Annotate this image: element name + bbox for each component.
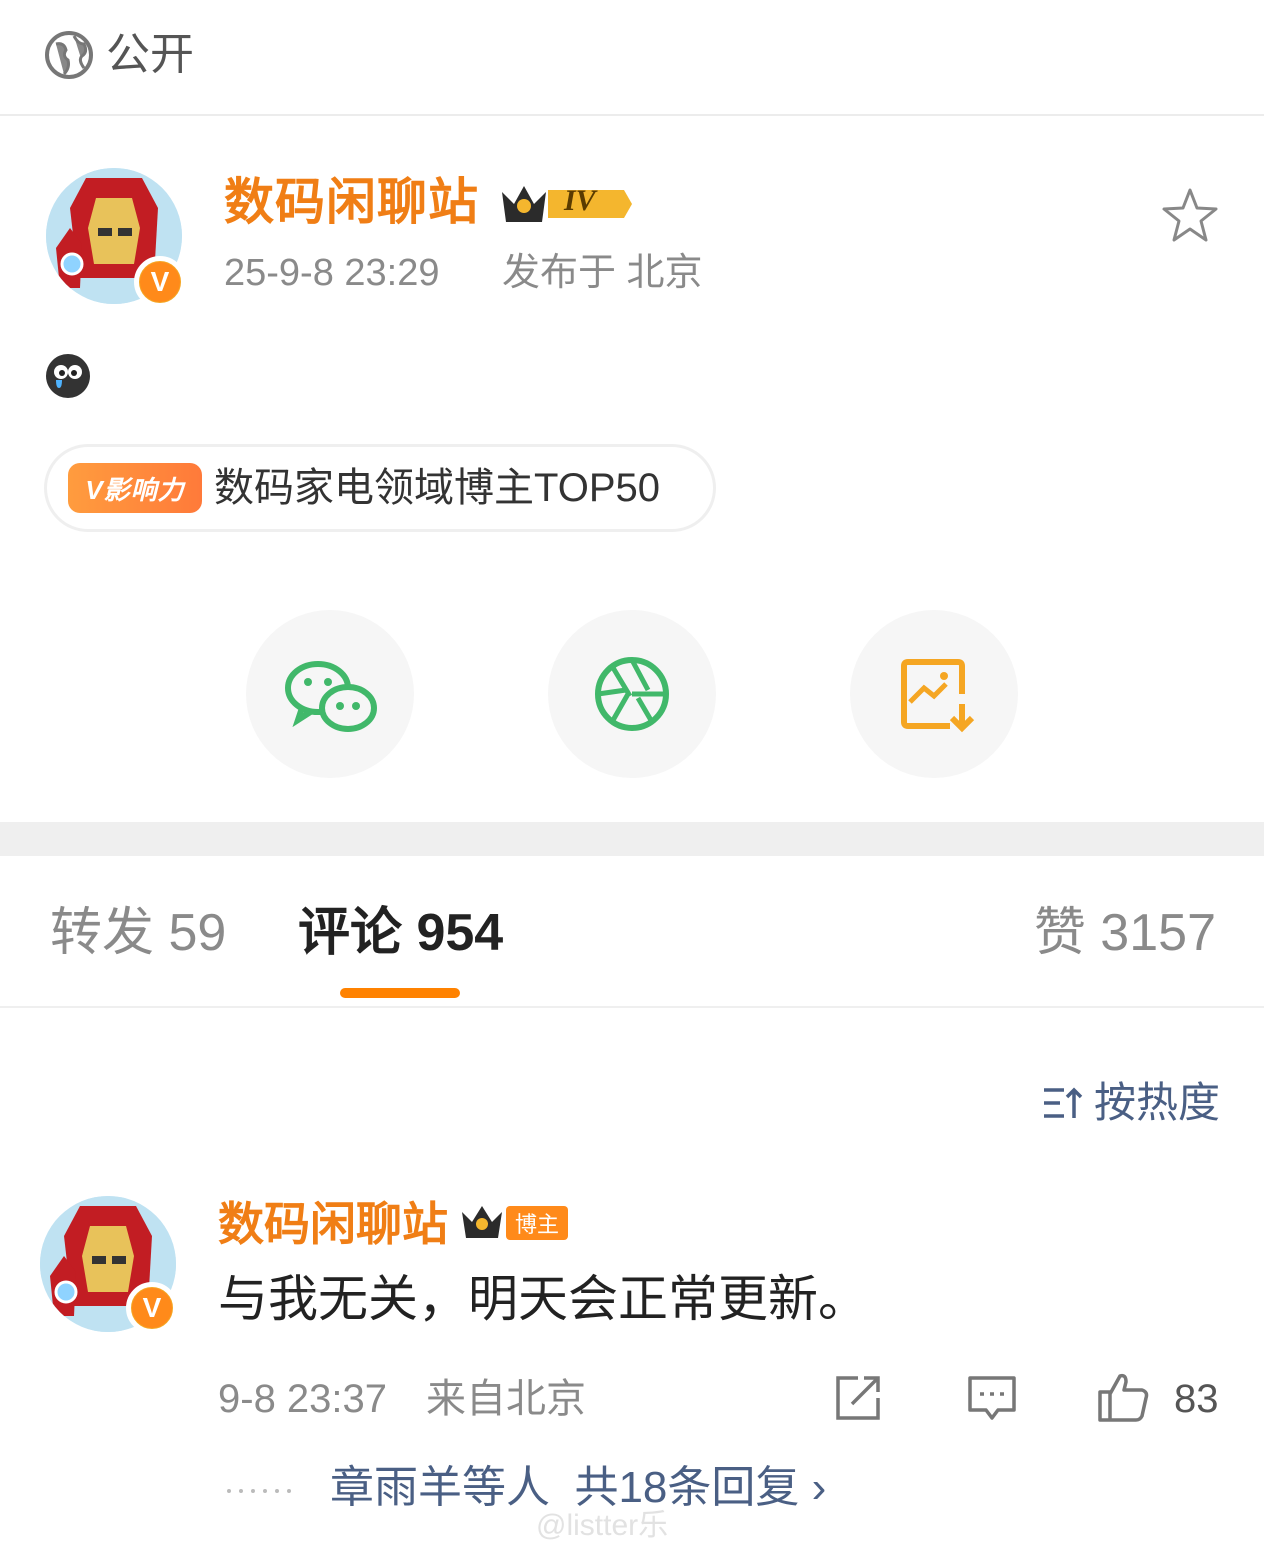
active-tab-indicator bbox=[340, 988, 460, 998]
rank-badge-label: IV bbox=[564, 184, 596, 217]
sort-button[interactable]: 按热度 bbox=[1042, 1078, 1220, 1128]
tab-comment[interactable]: 评论 954 bbox=[298, 902, 503, 964]
like-icon[interactable] bbox=[1094, 1368, 1150, 1424]
more-dots-icon bbox=[227, 1489, 291, 1493]
sort-label: 按热度 bbox=[1093, 1079, 1220, 1126]
comment-icon[interactable] bbox=[964, 1370, 1020, 1426]
verified-badge-icon: V bbox=[134, 256, 186, 308]
moments-icon bbox=[595, 657, 669, 731]
comment-author[interactable]: 数码闲聊站 bbox=[218, 1196, 448, 1252]
globe-icon bbox=[45, 31, 93, 79]
section-separator bbox=[0, 822, 1264, 856]
sort-icon bbox=[1043, 1087, 1083, 1118]
influence-text: 数码家电领域博主TOP50 bbox=[214, 466, 660, 510]
share-moments-button[interactable] bbox=[548, 610, 716, 778]
comment-verified-badge-icon: V bbox=[126, 1282, 178, 1334]
save-image-icon bbox=[901, 659, 975, 733]
post-time: 25-9-8 23:29 bbox=[224, 252, 440, 294]
influence-tag: V影响力 bbox=[68, 463, 202, 513]
visibility-label[interactable]: 公开 bbox=[106, 28, 194, 82]
tab-repost[interactable]: 转发 59 bbox=[50, 902, 226, 964]
comment-time: 9-8 23:37 bbox=[218, 1377, 388, 1421]
crying-face-emoji bbox=[46, 354, 90, 398]
comment-crown-icon bbox=[462, 1206, 502, 1238]
favorite-star-icon[interactable] bbox=[1158, 184, 1222, 248]
share-icon[interactable] bbox=[830, 1370, 886, 1426]
share-save-image-button[interactable] bbox=[850, 610, 1018, 778]
comment-location: 来自北京 bbox=[426, 1377, 586, 1421]
tabs-divider bbox=[0, 1006, 1264, 1008]
comment-text: 与我无关，明天会正常更新。 bbox=[218, 1271, 868, 1327]
wechat-icon bbox=[285, 661, 377, 732]
watermark: @listter乐 bbox=[536, 1509, 669, 1542]
like-count: 83 bbox=[1174, 1377, 1219, 1421]
post-location: 发布于 北京 bbox=[502, 252, 703, 294]
tab-like[interactable]: 赞 3157 bbox=[1034, 902, 1216, 964]
author-name[interactable]: 数码闲聊站 bbox=[224, 172, 479, 232]
share-wechat-button[interactable] bbox=[246, 610, 414, 778]
blogger-tag: 博主 bbox=[506, 1206, 568, 1240]
